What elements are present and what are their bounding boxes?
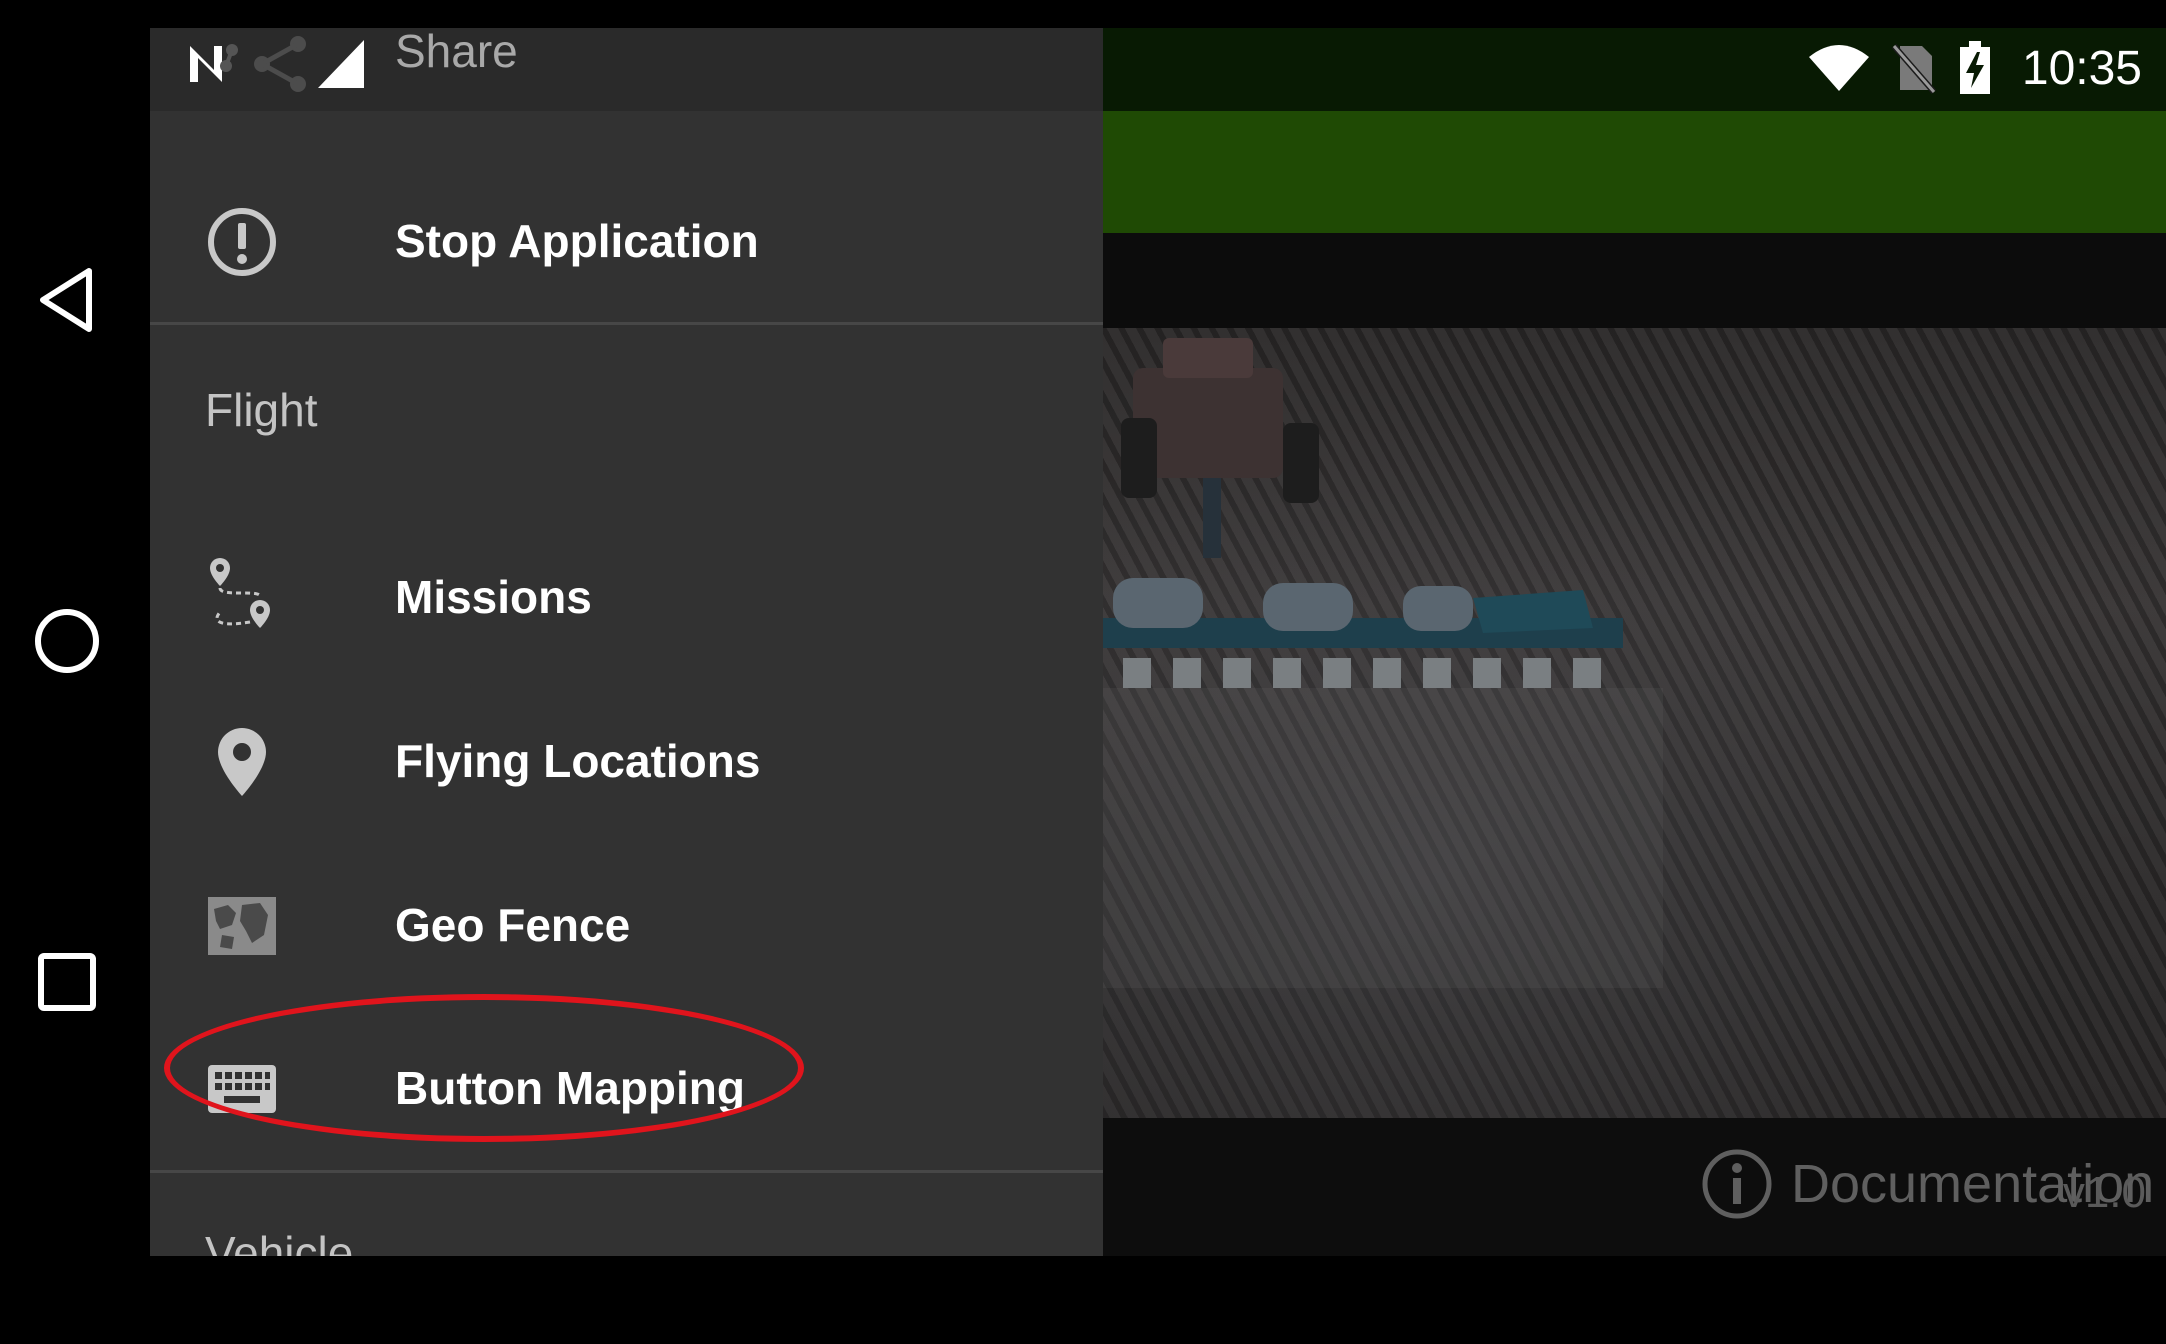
navigation-drawer: Share Stop Application Flight Missions F… (150, 28, 1103, 1256)
share-icon (254, 36, 306, 92)
share-label[interactable]: Share (395, 28, 518, 74)
divider (150, 322, 1103, 325)
home-button[interactable] (31, 605, 103, 677)
recents-square-icon (38, 953, 96, 1011)
footer-bar: Documentation v1.0 (1103, 1118, 2166, 1256)
tab-strip (1103, 233, 2166, 328)
section-header-vehicle: Vehicle (205, 1227, 354, 1256)
clock: 10:35 (2021, 41, 2142, 95)
notification-n-icon (190, 44, 238, 82)
main-content[interactable]: 10:35 Documentation v1.0 (1103, 28, 2166, 1256)
menu-item-label: Stop Application (395, 215, 759, 267)
tractor-illustration (1103, 338, 1663, 988)
menu-item-label: Flying Locations (395, 735, 761, 787)
wifi-icon (1808, 45, 1869, 91)
map-icon (206, 890, 278, 962)
signal-icon (318, 40, 364, 88)
notification-icons (186, 28, 366, 98)
no-sim-icon (1891, 44, 1936, 94)
section-header-flight: Flight (205, 384, 318, 436)
system-nav-bar (0, 0, 150, 1344)
location-pin-icon (206, 726, 278, 798)
back-triangle-icon (40, 268, 92, 332)
menu-item-label: Missions (395, 571, 592, 623)
menu-item-stop-application[interactable]: Stop Application (150, 166, 1103, 316)
status-icons: 10:35 (1808, 38, 2142, 98)
menu-item-flying-locations[interactable]: Flying Locations (150, 686, 1103, 836)
route-icon (206, 558, 278, 634)
back-button[interactable] (31, 264, 103, 336)
app-window: 10:35 Documentation v1.0 Share Stop Appl… (150, 28, 2166, 1256)
menu-item-missions[interactable]: Missions (150, 522, 1103, 672)
info-icon (1702, 1149, 1772, 1219)
status-bar: 10:35 (1103, 28, 2166, 111)
menu-item-label: Button Mapping (395, 1062, 746, 1114)
version-label: v1.0 (2062, 1168, 2146, 1217)
alert-circle-icon (206, 206, 278, 278)
app-toolbar (1103, 111, 2166, 233)
drawer-top-bar: Share (150, 28, 1103, 111)
recents-button[interactable] (31, 946, 103, 1018)
menu-item-button-mapping[interactable]: Button Mapping (150, 1013, 1103, 1163)
battery-charging-icon (1959, 41, 1990, 94)
menu-item-geo-fence[interactable]: Geo Fence (150, 850, 1103, 1000)
hero-image (1103, 328, 2166, 1118)
divider (150, 1170, 1103, 1173)
keyboard-icon (206, 1053, 278, 1125)
menu-item-label: Geo Fence (395, 899, 631, 951)
home-circle-icon (35, 609, 99, 673)
